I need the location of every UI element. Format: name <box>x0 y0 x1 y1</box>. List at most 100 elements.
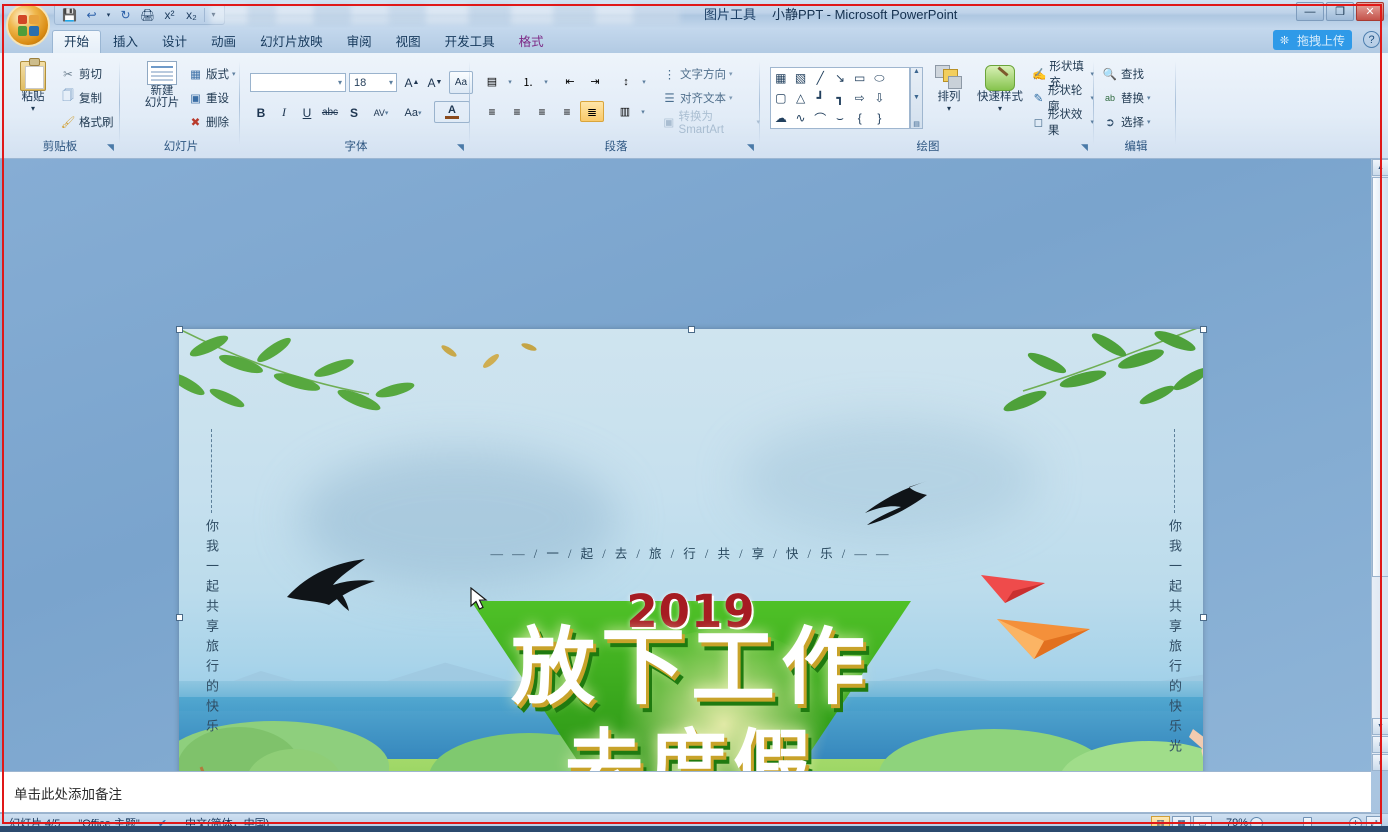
quick-styles-button[interactable]: 快速样式 ▾ <box>974 65 1026 115</box>
shape-elbow-connector-icon[interactable]: ┛ <box>810 88 830 108</box>
shape-down-arrow-icon[interactable]: ⇩ <box>870 88 890 108</box>
redo-icon[interactable]: ↻ <box>116 6 135 24</box>
numbering-button[interactable]: ⒈ <box>516 71 540 92</box>
align-center-button[interactable]: ≡ <box>505 101 529 122</box>
shape-cloud-icon[interactable]: ☁ <box>771 108 791 128</box>
new-slide-button[interactable]: 新建 幻灯片 <box>134 61 190 109</box>
reset-button[interactable]: ▣ 重设 <box>188 87 229 108</box>
superscript-icon[interactable]: x² <box>160 6 179 24</box>
strikethrough-button[interactable]: abc <box>319 102 341 123</box>
shape-elbow2-icon[interactable]: ┓ <box>830 88 850 108</box>
align-left-button[interactable]: ≡ <box>480 101 504 122</box>
bold-button[interactable]: B <box>250 102 272 123</box>
columns-button[interactable]: ▥ <box>613 101 637 122</box>
scroll-up-button[interactable]: ▲ <box>1372 159 1388 176</box>
shape-effects-button[interactable]: ◻ 形状效果 ▾ <box>1032 109 1094 137</box>
line-spacing-button[interactable]: ↕ <box>614 71 638 92</box>
subscript-icon[interactable]: x₂ <box>182 6 201 24</box>
previous-slide-button[interactable]: ⇞ <box>1372 736 1388 753</box>
shape-blank3-icon[interactable] <box>889 108 909 128</box>
decrease-indent-button[interactable]: ⇤ <box>558 71 582 92</box>
grow-font-button[interactable]: A ▲ <box>401 72 423 93</box>
clipboard-dialog-launcher[interactable]: ◥ <box>105 142 116 153</box>
tab-format[interactable]: 格式 <box>507 30 556 53</box>
selection-handle-nw[interactable] <box>176 326 183 333</box>
help-icon[interactable]: ? <box>1363 31 1380 48</box>
notes-pane[interactable]: 单击此处添加备注 <box>0 771 1371 813</box>
shrink-font-button[interactable]: A ▼ <box>424 72 446 93</box>
selection-handle-w[interactable] <box>176 614 183 621</box>
next-slide-button[interactable]: ⇟ <box>1372 754 1388 771</box>
shape-left-brace-icon[interactable]: { <box>850 108 870 128</box>
select-button[interactable]: ➲ 选择 ▾ <box>1102 111 1150 132</box>
office-button[interactable] <box>6 3 50 47</box>
tab-developer[interactable]: 开发工具 <box>433 30 507 53</box>
vertical-scrollbar[interactable]: ▲ ▼ ⇞ ⇟ <box>1371 159 1388 771</box>
justify-button[interactable]: ≡ <box>555 101 579 122</box>
shape-line-icon[interactable]: ╱ <box>810 68 830 88</box>
undo-dropdown-caret-icon[interactable]: ▾ <box>104 6 113 24</box>
font-name-combo[interactable]: ▾ <box>250 73 346 92</box>
shape-rounded-rect-icon[interactable]: ▢ <box>771 88 791 108</box>
close-button[interactable]: ✕ <box>1356 2 1384 21</box>
minimize-button[interactable]: — <box>1296 2 1324 21</box>
drawing-dialog-launcher[interactable]: ◥ <box>1079 142 1090 153</box>
arrange-button[interactable]: 排列 ▾ <box>928 65 970 115</box>
shape-arrow-icon[interactable]: ↘ <box>830 68 850 88</box>
maximize-button[interactable]: ❐ <box>1326 2 1354 21</box>
paragraph-dialog-launcher[interactable]: ◥ <box>745 142 756 153</box>
tab-design[interactable]: 设计 <box>150 30 199 53</box>
columns-caret[interactable]: ▾ <box>638 101 648 122</box>
shape-vertical-textbox-icon[interactable]: ▧ <box>791 68 811 88</box>
notes-placeholder[interactable]: 单击此处添加备注 <box>14 783 122 803</box>
tab-review[interactable]: 审阅 <box>335 30 384 53</box>
print-preview-icon[interactable]: 🖨 <box>138 6 157 24</box>
text-direction-button[interactable]: ⋮ 文字方向 ▾ <box>662 63 733 84</box>
bullets-button[interactable]: ▤ <box>480 71 504 92</box>
tab-view[interactable]: 视图 <box>384 30 433 53</box>
tab-animations[interactable]: 动画 <box>199 30 248 53</box>
shape-arc-icon[interactable]: ⌒ <box>810 108 830 128</box>
shape-textbox-icon[interactable]: ▦ <box>771 68 791 88</box>
tab-slideshow[interactable]: 幻灯片放映 <box>248 30 335 53</box>
numbering-caret[interactable]: ▾ <box>541 71 551 92</box>
italic-button[interactable]: I <box>273 102 295 123</box>
shapes-gallery[interactable]: ▦ ▧ ╱ ↘ ▭ ⬭ ▢ △ ┛ ┓ ⇨ ⇩ ☁ ∿ ⌒ ⌣ {} ▲ ▼ … <box>770 67 923 129</box>
shapes-grid[interactable]: ▦ ▧ ╱ ↘ ▭ ⬭ ▢ △ ┛ ┓ ⇨ ⇩ ☁ ∿ ⌒ ⌣ {} <box>770 67 910 129</box>
undo-icon[interactable]: ↩ <box>82 6 101 24</box>
align-right-button[interactable]: ≡ <box>530 101 554 122</box>
change-case-button[interactable]: Aa ▾ <box>398 102 428 123</box>
delete-button[interactable]: ✖ 删除 <box>188 111 229 132</box>
layout-button[interactable]: ▦ 版式 ▾ <box>188 63 235 84</box>
paste-button[interactable]: 粘贴 ▾ <box>10 58 56 115</box>
selection-handle-e[interactable] <box>1200 614 1207 621</box>
scroll-up-icon[interactable]: ▲ <box>913 68 920 75</box>
shape-right-arrow-icon[interactable]: ⇨ <box>850 88 870 108</box>
format-painter-button[interactable]: 🖌 格式刷 <box>60 111 114 132</box>
drag-upload-button[interactable]: ❊ 拖拽上传 <box>1272 30 1352 50</box>
character-spacing-button[interactable]: AV ▾ <box>366 102 396 123</box>
tab-home[interactable]: 开始 <box>52 30 102 53</box>
increase-indent-button[interactable]: ⇥ <box>583 71 607 92</box>
cut-button[interactable]: ✂ 剪切 <box>60 63 102 84</box>
shape-rectangle-icon[interactable]: ▭ <box>850 68 870 88</box>
distribute-button[interactable]: ≣ <box>580 101 604 122</box>
shape-scribble-icon[interactable]: ∿ <box>791 108 811 128</box>
copy-button[interactable]: 🗍 复制 <box>60 87 102 108</box>
selection-handle-ne[interactable] <box>1200 326 1207 333</box>
slide-editing-area[interactable]: — — / 一 / 起 / 去 / 旅 / 行 / 共 / 享 / 快 / 乐 … <box>0 159 1388 832</box>
font-color-button[interactable]: A <box>434 101 470 123</box>
shape-blank-icon[interactable] <box>889 68 909 88</box>
find-button[interactable]: 🔍 查找 <box>1102 63 1144 84</box>
more-shapes-icon[interactable]: ▤ <box>913 120 920 128</box>
scrollbar-thumb[interactable] <box>1372 177 1388 577</box>
text-shadow-button[interactable]: S <box>343 102 365 123</box>
scroll-down-icon[interactable]: ▼ <box>913 94 920 101</box>
zoom-track[interactable] <box>1269 817 1343 830</box>
selection-handle-n[interactable] <box>688 326 695 333</box>
shapes-gallery-scrollbar[interactable]: ▲ ▼ ▤ <box>910 67 923 129</box>
shape-triangle-icon[interactable]: △ <box>791 88 811 108</box>
scroll-down-button[interactable]: ▼ <box>1372 718 1388 735</box>
line-spacing-caret[interactable]: ▾ <box>639 71 649 92</box>
shape-right-brace-icon[interactable]: } <box>870 108 890 128</box>
